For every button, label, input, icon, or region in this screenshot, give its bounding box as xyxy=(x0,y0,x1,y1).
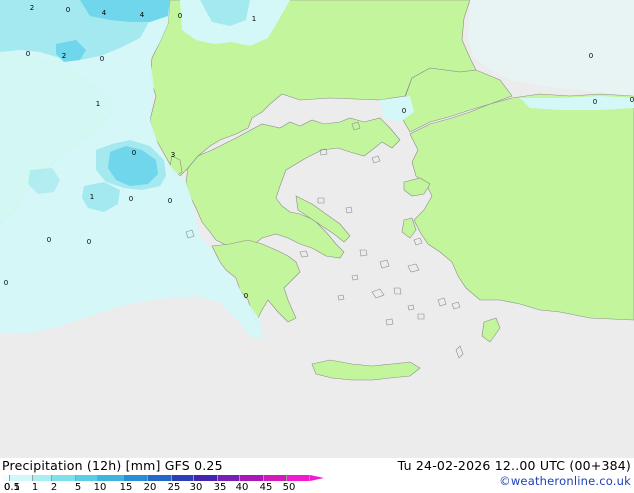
legend-swatch xyxy=(264,475,287,481)
run-info: Tu 24-02-2026 12..00 UTC (00+384) xyxy=(397,458,631,473)
legend-tick-label: 30 xyxy=(189,482,203,493)
legend-tick-label: 20 xyxy=(143,482,157,493)
legend-tick-label: 15 xyxy=(119,482,133,493)
map-value-label: 0 xyxy=(132,149,136,157)
map-value-label: 0 xyxy=(402,107,406,115)
legend-arrow-tip xyxy=(310,475,324,481)
legend-tick-label: 2 xyxy=(50,482,58,493)
map-value-label: 0 xyxy=(26,50,30,58)
map-value-label: 0 xyxy=(168,197,172,205)
legend-tick-label: 25 xyxy=(167,482,181,493)
map-value-label: 0 xyxy=(593,98,597,106)
map-value-label: 0 xyxy=(100,55,104,63)
map-value-label: 4 xyxy=(140,11,145,19)
map-value-label: 0 xyxy=(66,6,70,14)
precip-area-anatolia-north xyxy=(520,96,634,110)
map-value-label: 1 xyxy=(90,193,94,201)
map-value-label: 0 xyxy=(87,238,91,246)
map-value-label: 0 xyxy=(178,12,182,20)
map-value-label: 0 xyxy=(47,236,51,244)
map-title: Precipitation (12h) [mm] GFS 0.25 xyxy=(2,458,223,473)
legend-tick-label: 40 xyxy=(235,482,249,493)
map-value-label: 2 xyxy=(30,4,34,12)
map-value-label: 4 xyxy=(102,9,107,17)
legend-swatch xyxy=(172,475,194,481)
map-value-label: 0 xyxy=(129,195,133,203)
legend-tick-label: 5 xyxy=(74,482,82,493)
legend-tick-label: 10 xyxy=(93,482,107,493)
legend-tick-label: 45 xyxy=(259,482,273,493)
credit-link[interactable]: ©weatheronline.co.uk xyxy=(499,474,631,488)
legend-swatch xyxy=(98,475,124,481)
map-value-label: 3 xyxy=(171,151,175,159)
legend-tick-label: 0.5 xyxy=(4,482,20,493)
map-value-label: 0 xyxy=(4,279,8,287)
legend-tick-label: 35 xyxy=(213,482,227,493)
legend-color-bar xyxy=(2,475,324,481)
map-value-label: 2 xyxy=(62,52,66,60)
legend-swatch xyxy=(148,475,172,481)
legend-swatch xyxy=(10,475,33,481)
map-value-label: 0 xyxy=(244,292,248,300)
map-value-label: 0 xyxy=(630,96,634,104)
legend-swatch xyxy=(33,475,52,481)
legend-swatch xyxy=(76,475,98,481)
map-value-label: 1 xyxy=(252,15,256,23)
map-value-label: 1 xyxy=(96,100,100,108)
legend-swatch xyxy=(218,475,240,481)
legend-swatch xyxy=(240,475,264,481)
legend-swatch xyxy=(124,475,148,481)
footer-bar: Precipitation (12h) [mm] GFS 0.25 Tu 24-… xyxy=(0,458,634,493)
map-value-label: 0 xyxy=(589,52,593,60)
legend-swatch xyxy=(194,475,218,481)
map-canvas: 2 0 4 4 0 1 2 0 0 1 0 3 1 0 0 0 0 0 0 0 0 0 0 xyxy=(0,0,634,458)
legend-swatch xyxy=(287,475,310,481)
legend-tick-label: 50 xyxy=(282,482,296,493)
legend-tick-label: 1 xyxy=(31,482,39,493)
precipitation-map: 2 0 4 4 0 1 2 0 0 1 0 3 1 0 0 0 0 0 0 0 0 0 0 xyxy=(0,0,634,458)
legend-swatch xyxy=(52,475,76,481)
legend-swatch xyxy=(2,475,10,481)
